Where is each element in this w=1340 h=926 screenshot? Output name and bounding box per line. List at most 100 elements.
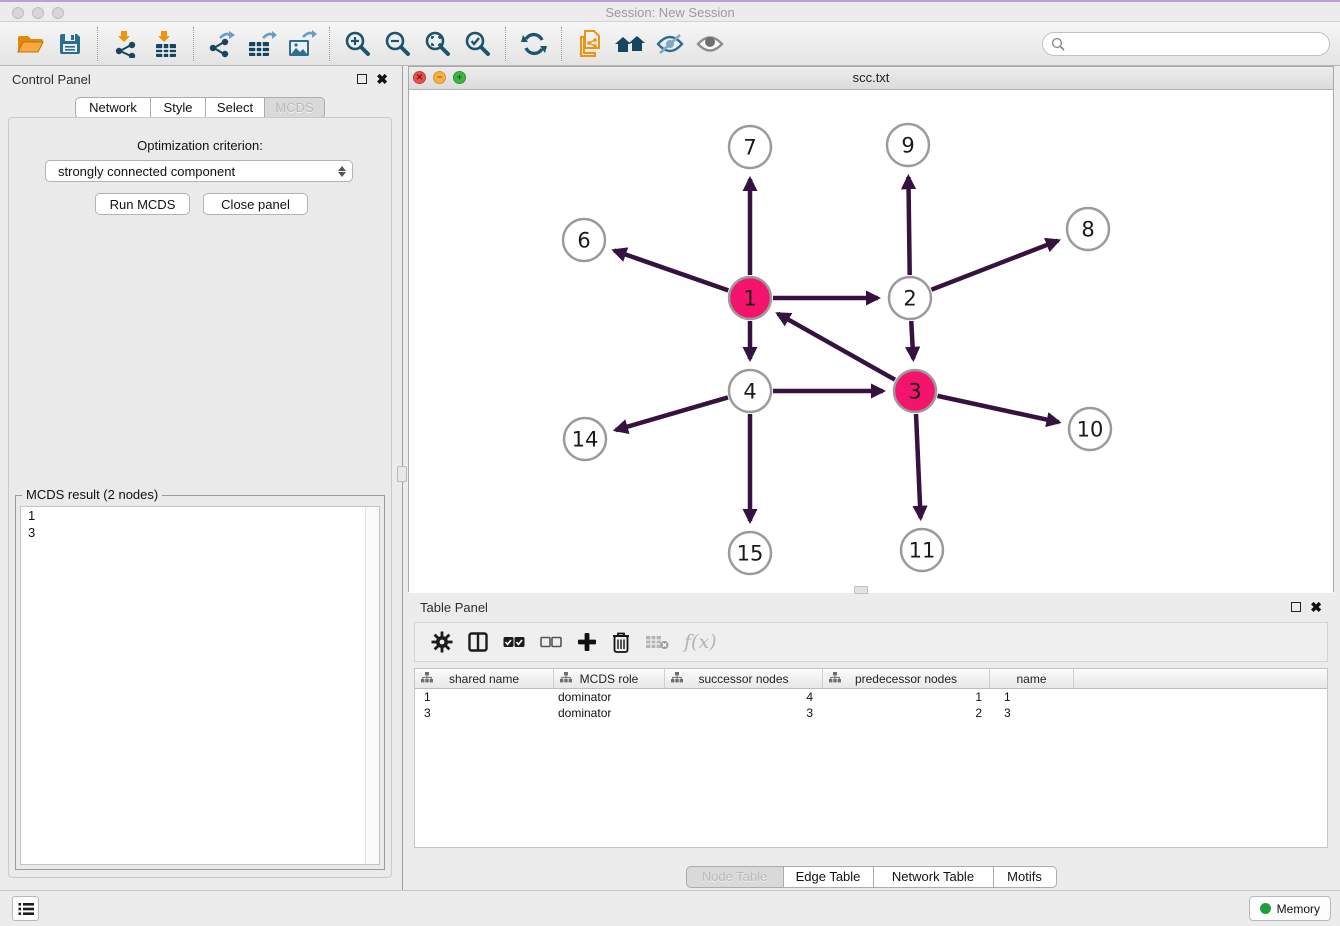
optimization-criterion-label: Optimization criterion: (9, 138, 391, 153)
column-label: predecessor nodes (855, 672, 957, 686)
export-network-button[interactable] (202, 25, 242, 63)
column-visibility-button[interactable] (468, 629, 488, 655)
table-cell[interactable]: 2 (823, 705, 990, 721)
mcds-result-list[interactable]: 1 3 (20, 506, 380, 865)
edge-3-10[interactable] (937, 396, 1058, 422)
table-cell[interactable]: 3 (415, 705, 554, 721)
column-header-predecessor-nodes[interactable]: predecessor nodes (823, 669, 990, 688)
column-label: MCDS role (580, 672, 639, 686)
hide-graphics-details-button[interactable] (650, 25, 690, 63)
table-settings-button[interactable] (431, 629, 453, 655)
search-icon (1051, 37, 1065, 51)
close-panel-button[interactable]: Close panel (203, 193, 308, 215)
table-cell[interactable]: 3 (990, 705, 1074, 721)
run-mcds-button[interactable]: Run MCDS (95, 193, 190, 215)
checked-boxes-icon (503, 636, 525, 648)
import-table-button[interactable] (146, 25, 186, 63)
float-table-panel-icon[interactable] (1291, 602, 1301, 612)
table-cell[interactable]: dominator (554, 705, 665, 721)
table-cell[interactable]: 1 (823, 689, 990, 705)
network-overview-button[interactable] (570, 25, 610, 63)
column-header-name[interactable]: name (990, 669, 1074, 688)
table-cell[interactable]: 3 (665, 705, 823, 721)
tab-network-table[interactable]: Network Table (873, 866, 994, 888)
graph-node-label: 2 (903, 287, 916, 311)
delete-table-button[interactable] (645, 629, 669, 655)
table-row[interactable]: 3dominator323 (415, 705, 1327, 721)
columns-icon (468, 632, 488, 652)
table-panel-title: Table Panel (420, 600, 488, 615)
column-label: name (1016, 672, 1046, 686)
node-table-body: 1dominator4113dominator323 (415, 689, 1327, 721)
open-session-button[interactable] (10, 25, 50, 63)
zoom-fit-icon (424, 30, 452, 58)
column-header-shared-name[interactable]: shared name (415, 669, 554, 688)
import-network-button[interactable] (106, 25, 146, 63)
delete-column-button[interactable] (612, 629, 630, 655)
close-panel-icon[interactable]: ✖ (376, 74, 388, 84)
column-header-mcds-role[interactable]: MCDS role (554, 669, 665, 688)
session-title: Session: New Session (0, 3, 1340, 22)
add-column-button[interactable] (577, 629, 597, 655)
table-cell[interactable]: 1 (990, 689, 1074, 705)
node-table: shared name MCDS role successor nodes pr… (414, 668, 1328, 848)
network-canvas[interactable]: 7968124314101511 (409, 90, 1333, 593)
export-image-button[interactable] (282, 25, 322, 63)
mcds-result-title: MCDS result (2 nodes) (22, 487, 162, 502)
tab-style[interactable]: Style (150, 97, 206, 119)
vertical-splitter-handle[interactable] (397, 466, 407, 482)
network-window-titlebar[interactable]: ✕ − + scc.txt (409, 67, 1333, 90)
graph-node-label: 10 (1077, 418, 1104, 442)
edge-2-3[interactable] (911, 321, 913, 359)
edge-3-11[interactable] (916, 414, 921, 518)
table-panel: Table Panel ✖ (408, 594, 1334, 890)
graph-node-label: 6 (577, 229, 590, 253)
criterion-dropdown[interactable]: strongly connected component (45, 160, 353, 182)
tree-icon (421, 672, 433, 683)
plus-icon (577, 632, 597, 652)
export-table-button[interactable] (242, 25, 282, 63)
show-graphics-details-button[interactable] (690, 25, 730, 63)
tab-network[interactable]: Network (75, 97, 151, 119)
table-cell[interactable]: dominator (554, 689, 665, 705)
table-cell[interactable]: 1 (415, 689, 554, 705)
apply-layout-home-button[interactable] (610, 25, 650, 63)
search-field[interactable] (1042, 32, 1330, 56)
horizontal-splitter-handle[interactable] (854, 586, 868, 594)
deselect-all-rows-button[interactable] (540, 629, 562, 655)
result-scrollbar[interactable] (365, 507, 379, 864)
table-row[interactable]: 1dominator411 (415, 689, 1327, 705)
tab-edge-table[interactable]: Edge Table (783, 866, 874, 888)
edge-4-14[interactable] (616, 397, 728, 430)
zoom-in-button[interactable] (338, 25, 378, 63)
search-input[interactable] (1070, 35, 1321, 52)
table-toolbar: f(x) (414, 622, 1328, 662)
column-header-successor-nodes[interactable]: successor nodes (665, 669, 823, 688)
edge-3-1[interactable] (778, 314, 895, 380)
open-folder-icon (15, 31, 45, 57)
refresh-view-button[interactable] (514, 25, 554, 63)
network-overview-icon (577, 29, 603, 59)
edge-2-9[interactable] (908, 177, 909, 275)
mcds-panel: Optimization criterion: strongly connect… (8, 117, 392, 878)
ui-settings-button[interactable] (12, 896, 39, 921)
save-session-button[interactable] (50, 25, 90, 63)
gear-icon (431, 631, 453, 653)
zoom-selected-button[interactable] (458, 25, 498, 63)
app-titlebar: Session: New Session (0, 0, 1340, 22)
close-table-panel-icon[interactable]: ✖ (1310, 602, 1322, 612)
select-all-rows-button[interactable] (503, 629, 525, 655)
edge-2-8[interactable] (931, 241, 1058, 290)
float-panel-icon[interactable] (357, 74, 367, 84)
tab-select[interactable]: Select (205, 97, 265, 119)
edge-1-6[interactable] (614, 251, 728, 291)
function-builder-button[interactable]: f(x) (684, 629, 717, 655)
table-cell[interactable]: 4 (665, 689, 823, 705)
memory-button[interactable]: Memory (1249, 896, 1331, 921)
unchecked-boxes-icon (540, 636, 562, 648)
zoom-fit-button[interactable] (418, 25, 458, 63)
tab-motifs[interactable]: Motifs (993, 866, 1057, 888)
zoom-out-button[interactable] (378, 25, 418, 63)
tab-mcds[interactable]: MCDS (264, 97, 325, 119)
tab-node-table[interactable]: Node Table (686, 866, 784, 888)
